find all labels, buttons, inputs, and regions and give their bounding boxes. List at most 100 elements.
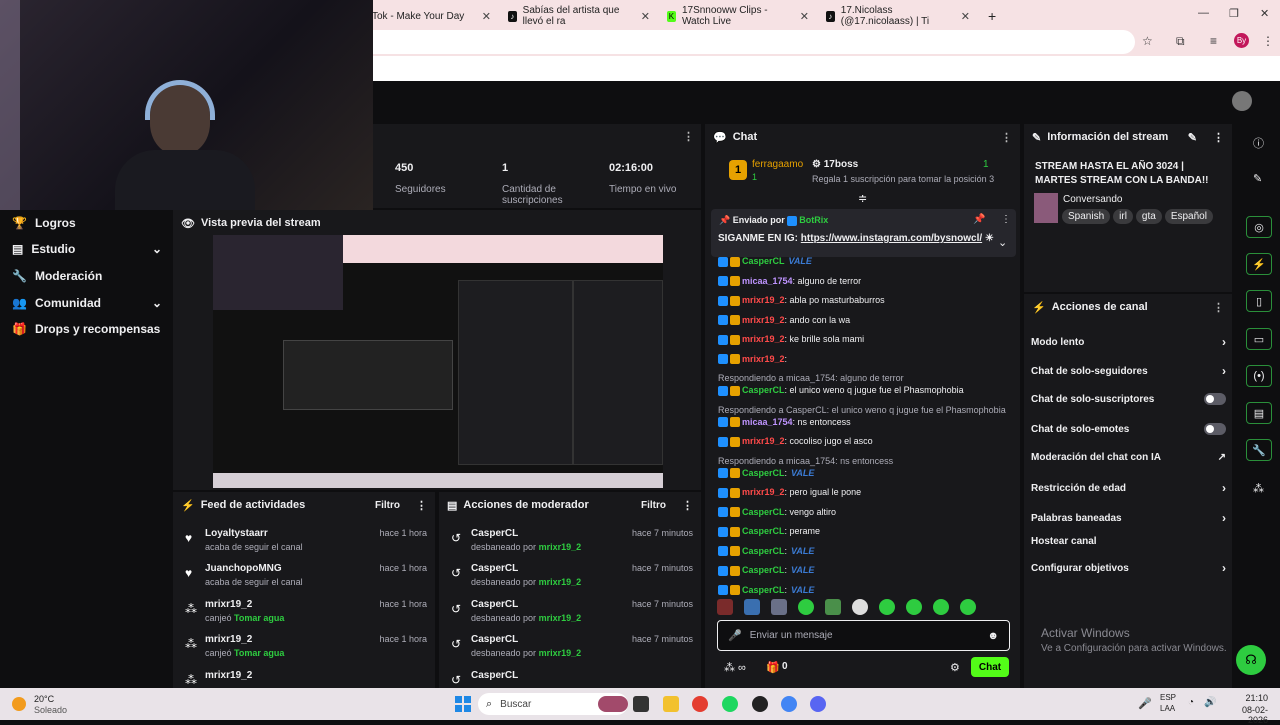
user-name[interactable]: JuanchopoMNG — [205, 563, 282, 574]
chat-username[interactable]: mrixr19_2 — [742, 334, 785, 344]
more-icon[interactable]: ⋮ — [682, 499, 693, 512]
user-name[interactable]: mrixr19_2 — [205, 670, 252, 681]
weather-temp[interactable]: 20°C — [34, 694, 54, 704]
nav-drops[interactable]: 🎁 Drops y recompensas — [12, 322, 162, 336]
language-indicator[interactable]: ESP — [1160, 693, 1176, 702]
wrench-icon[interactable]: 🔧 — [1246, 439, 1272, 461]
pencil-icon[interactable]: ✎ — [1253, 172, 1262, 185]
chat-input[interactable]: 🎤 Enviar un mensaje ☻ — [717, 620, 1010, 651]
emotes-only-toggle[interactable] — [1204, 423, 1226, 435]
obs-icon[interactable] — [752, 696, 768, 712]
address-bar[interactable] — [355, 30, 1135, 54]
mic-icon[interactable]: 🎤 — [728, 629, 742, 642]
emote[interactable]: VALE — [791, 565, 814, 575]
emote-icon[interactable] — [717, 599, 733, 615]
chat-username[interactable]: mrixr19_2 — [742, 487, 785, 497]
taskbar-search[interactable]: ⌕ Buscar — [478, 693, 628, 715]
gift-icon[interactable]: 🎁 — [766, 661, 780, 674]
goals-action[interactable]: Configurar objetivos › — [1031, 561, 1226, 575]
extensions-icon[interactable]: ⧉ — [1176, 34, 1185, 49]
nav-moderation[interactable]: 🔧 Moderación — [12, 269, 162, 283]
user-name[interactable]: CasperCL — [471, 634, 518, 645]
avatar[interactable] — [1232, 91, 1252, 111]
chat-username[interactable]: CasperCL — [742, 546, 785, 556]
emote[interactable]: VALE — [791, 546, 814, 556]
minimize-icon[interactable]: — — [1198, 7, 1209, 19]
wifi-icon[interactable]: ◔ — [1188, 697, 1194, 708]
windows-start-icon[interactable] — [455, 696, 471, 712]
pinned-link[interactable]: https://www.instagram.com/bysnowcl/ — [801, 233, 982, 244]
more-icon[interactable]: ⋮ — [1213, 301, 1224, 314]
chat-username[interactable]: micaa_1754 — [742, 417, 793, 427]
subscribers-only-toggle[interactable] — [1204, 393, 1226, 405]
age-restriction-action[interactable]: Restricción de edad › — [1031, 481, 1226, 495]
document-icon[interactable]: ▯ — [1246, 290, 1272, 312]
emote-icon[interactable] — [906, 599, 922, 615]
emote-icon[interactable] — [852, 599, 868, 615]
more-icon[interactable]: ⋮ — [1213, 131, 1224, 144]
microphone-icon[interactable]: 🎤 — [1138, 697, 1152, 710]
new-tab-button[interactable]: + — [980, 4, 1000, 28]
chat-username[interactable]: mrixr19_2 — [742, 295, 785, 305]
host-channel-action[interactable]: Hostear canal — [1031, 536, 1226, 547]
emote-icon[interactable] — [798, 599, 814, 615]
spotify-icon[interactable] — [722, 696, 738, 712]
edit-icon[interactable]: ✎ — [1188, 131, 1197, 144]
info-icon[interactable]: ⓘ — [1253, 135, 1264, 151]
chat-username[interactable]: mrixr19_2 — [742, 354, 785, 364]
target-icon[interactable]: ◎ — [1246, 216, 1272, 238]
browser-tab[interactable]: ♪ Sabías del artista que llevó el ra ✕ — [500, 4, 658, 28]
browser-tab[interactable]: K 17Snnooww Clips - Watch Live ✕ — [659, 4, 817, 28]
emote-icon[interactable] — [960, 599, 976, 615]
filter-button[interactable]: Filtro — [641, 500, 666, 511]
bolt-icon[interactable]: ⚡ — [1246, 253, 1272, 275]
emote-icon[interactable] — [825, 599, 841, 615]
emoji-icon[interactable]: ☻ — [987, 630, 999, 642]
emote-icon[interactable] — [879, 599, 895, 615]
points-icon[interactable]: ⁂ ∞ — [724, 661, 746, 674]
nav-studio[interactable]: ▤ Estudio ⌄ — [12, 242, 162, 256]
more-icon[interactable]: ⋮ — [416, 499, 427, 512]
more-icon[interactable]: ⋮ — [683, 130, 694, 143]
preview-video[interactable] — [213, 235, 663, 488]
chat-username[interactable]: CasperCL — [742, 385, 785, 395]
layout-icon[interactable]: ▤ — [1246, 402, 1272, 424]
browser-tab[interactable]: ♪ 17.Nicolass (@17.nicolaass) | Ti ✕ — [818, 4, 978, 28]
emote-icon[interactable] — [933, 599, 949, 615]
send-chat-button[interactable]: Chat — [971, 657, 1009, 677]
chat-username[interactable]: CasperCL — [742, 507, 785, 517]
playlist-icon[interactable]: ≡ — [1210, 34, 1217, 48]
chat-username[interactable]: mrixr19_2 — [742, 436, 785, 446]
support-headset-icon[interactable]: ☊ — [1236, 645, 1266, 675]
points-icon[interactable]: ⁂ — [1253, 482, 1264, 495]
more-icon[interactable]: ⋮ — [1001, 214, 1011, 225]
emote-icon[interactable] — [744, 599, 760, 615]
close-icon[interactable]: ✕ — [961, 10, 970, 23]
nav-achievements[interactable]: 🏆 Logros — [12, 216, 162, 230]
expand-icon[interactable]: ≑ — [858, 192, 867, 205]
gear-icon[interactable]: ⚙ — [950, 661, 960, 674]
filter-button[interactable]: Filtro — [375, 500, 400, 511]
user-name[interactable]: mrixr19_2 — [205, 634, 252, 645]
browser-tab[interactable]: Tok - Make Your Day ✕ — [364, 4, 499, 28]
user-name[interactable]: CasperCL — [471, 670, 518, 681]
chat-username[interactable]: CasperCL — [742, 565, 785, 575]
more-icon[interactable]: ⋮ — [1001, 131, 1012, 144]
tag[interactable]: Spanish — [1062, 209, 1111, 224]
tag[interactable]: irl — [1113, 209, 1133, 224]
chat-icon[interactable]: ▭ — [1246, 328, 1272, 350]
ai-moderation-action[interactable]: Moderación del chat con IA ↗ — [1031, 452, 1226, 463]
user-name[interactable]: mrixr19_2 — [205, 599, 252, 610]
close-icon[interactable]: ✕ — [641, 10, 650, 23]
maximize-icon[interactable]: ❐ — [1229, 7, 1239, 20]
volume-icon[interactable]: 🔊 — [1204, 697, 1216, 708]
close-icon[interactable]: ✕ — [800, 10, 809, 23]
broadcast-icon[interactable]: (•) — [1246, 365, 1272, 387]
nav-community[interactable]: 👥 Comunidad ⌄ — [12, 296, 162, 310]
close-window-icon[interactable]: ✕ — [1260, 7, 1269, 20]
menu-icon[interactable]: ⋮ — [1262, 34, 1274, 48]
clock-time[interactable]: 21:10 — [1228, 693, 1268, 703]
file-explorer-icon[interactable] — [663, 696, 679, 712]
discord-icon[interactable] — [810, 696, 826, 712]
category-name[interactable]: Conversando — [1063, 194, 1122, 205]
